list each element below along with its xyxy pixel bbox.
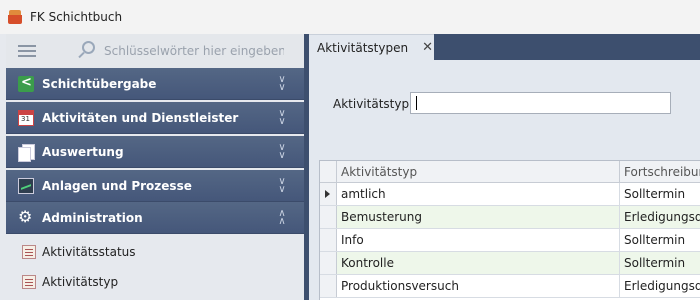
column-header-fortschreibung[interactable]: Fortschreibung (620, 161, 700, 183)
nav-group-label: Administration (42, 210, 143, 225)
nav-group-auswertung[interactable]: Auswertung ∨ ∨ (6, 136, 304, 168)
chevron-double-down-icon[interactable]: ∨ ∨ (276, 143, 288, 161)
nav-group-aktivitaeten[interactable]: Aktivitäten und Dienstleister ∨∨ (6, 102, 304, 134)
header-indicator-cell (320, 161, 337, 183)
document-area: Aktivitätstypen ✕ Aktivitätstyp: Aktivit… (304, 34, 700, 300)
cell-fortschreibung[interactable]: Erledigungsdatum (620, 275, 700, 297)
row-indicator (320, 252, 337, 274)
app-icon (8, 10, 22, 24)
chevron-double-down-icon[interactable]: ∨ ∨ (276, 177, 288, 195)
filter-label: Aktivitätstyp: (333, 97, 414, 111)
monitor-icon (18, 177, 34, 194)
grid-header: Aktivitätstyp Fortschreibung (320, 161, 700, 183)
cell-aktivitaetstyp[interactable]: Bemusterung (337, 206, 620, 228)
text-cursor (416, 96, 417, 110)
calendar-icon (18, 109, 34, 126)
search-input[interactable] (104, 44, 284, 58)
navigation-panel: Schichtübergabe ∨∨ Aktivitäten und Diens… (0, 34, 304, 300)
chevron-double-up-icon[interactable]: ∧ ∧ (276, 209, 288, 227)
cell-aktivitaetstyp[interactable]: Info (337, 229, 620, 251)
close-icon[interactable]: ✕ (422, 40, 433, 55)
cell-aktivitaetstyp[interactable]: Kontrolle (337, 252, 620, 274)
nav-group-label: Aktivitäten und Dienstleister (42, 110, 239, 125)
nav-group-schichtuebergabe[interactable]: Schichtübergabe ∨∨ (6, 68, 304, 100)
share-icon (18, 75, 34, 92)
search-icon (76, 40, 98, 62)
title-bar: FK Schichtbuch (0, 0, 700, 34)
tab-aktivitaetstypen[interactable]: Aktivitätstypen ✕ (309, 34, 434, 60)
list-icon (22, 245, 36, 259)
row-indicator (320, 183, 337, 205)
search-bar (6, 34, 304, 68)
tab-label: Aktivitätstypen (317, 40, 409, 55)
nav-group-label: Schichtübergabe (42, 76, 157, 91)
current-row-icon (325, 190, 330, 198)
table-row[interactable]: Bemusterung Erledigungsdatum (320, 206, 700, 229)
column-header-aktivitaetstyp[interactable]: Aktivitätstyp (337, 161, 620, 183)
chevron-double-down-icon[interactable]: ∨ ∨ (276, 109, 288, 127)
window-title: FK Schichtbuch (30, 10, 123, 24)
nav-group-administration[interactable]: Administration ∧∧ (6, 202, 304, 234)
row-indicator (320, 229, 337, 251)
cell-fortschreibung[interactable]: Erledigungsdatum (620, 206, 700, 228)
chevron-double-down-icon[interactable]: ∨ ∨ (276, 75, 288, 93)
nav-group-label: Anlagen und Prozesse (42, 178, 192, 193)
list-icon (22, 275, 36, 289)
cell-fortschreibung[interactable]: Solltermin (620, 252, 700, 274)
nav-group-label: Auswertung (42, 144, 124, 159)
row-indicator (320, 206, 337, 228)
sidebar-item-aktivitaetstyp[interactable]: Aktivitätstyp (6, 267, 304, 297)
sidebar-item-aktivitaetsstatus[interactable]: Aktivitätsstatus (6, 237, 304, 267)
data-grid: Aktivitätstyp Fortschreibung amtlich Sol… (319, 160, 700, 300)
pages-icon (18, 143, 35, 162)
sidebar-item-label: Aktivitätsstatus (42, 245, 136, 259)
menu-icon[interactable] (18, 45, 36, 57)
table-row[interactable]: amtlich Solltermin (320, 183, 700, 206)
cell-aktivitaetstyp[interactable]: Produktionsversuch (337, 275, 620, 297)
cell-aktivitaetstyp[interactable]: amtlich (337, 183, 620, 205)
table-row[interactable]: Produktionsversuch Erledigungsdatum (320, 275, 700, 298)
gear-icon (18, 207, 34, 226)
tab-content: Aktivitätstyp: Aktivitätstyp Fortschreib… (309, 60, 700, 300)
table-row[interactable]: Kontrolle Solltermin (320, 252, 700, 275)
filter-input[interactable] (410, 92, 671, 114)
row-indicator (320, 275, 337, 297)
table-row[interactable]: Info Solltermin (320, 229, 700, 252)
cell-fortschreibung[interactable]: Solltermin (620, 229, 700, 251)
sidebar-item-label: Aktivitätstyp (42, 275, 119, 289)
cell-fortschreibung[interactable]: Solltermin (620, 183, 700, 205)
nav-group-anlagen[interactable]: Anlagen und Prozesse ∨ ∨ (6, 170, 304, 202)
